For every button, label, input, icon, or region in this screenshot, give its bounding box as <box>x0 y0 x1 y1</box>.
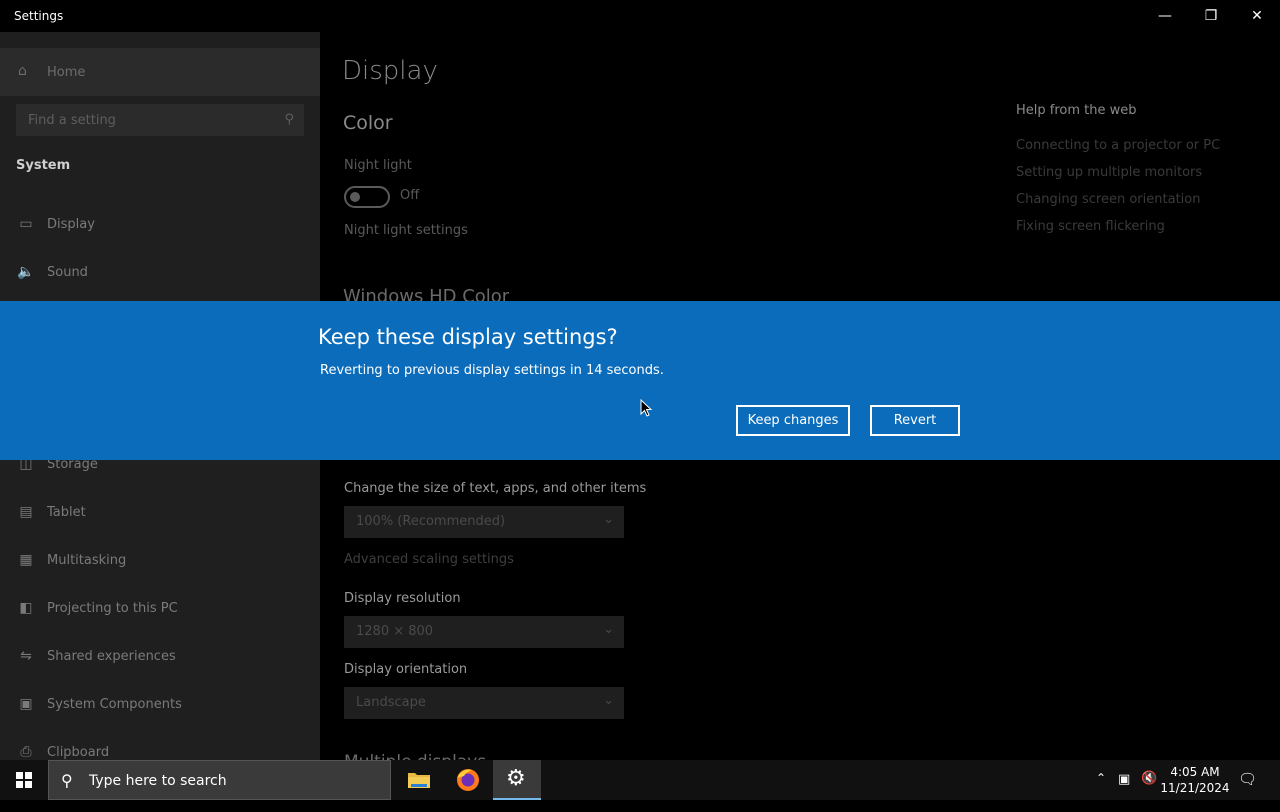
firefox-icon <box>457 769 479 791</box>
resolution-dropdown[interactable]: 1280 × 800 ⌄ <box>344 616 624 648</box>
projecting-icon: ◧ <box>19 600 33 616</box>
speaker-icon: 🔈 <box>17 264 35 280</box>
page-title: Display <box>342 56 438 86</box>
window-title: Settings <box>14 9 64 23</box>
scale-label: Change the size of text, apps, and other… <box>344 481 647 496</box>
taskbar: ⚲ Type here to search ⚙ ⌃ ▣ 🔇 4:05 AM 11… <box>0 760 1280 800</box>
help-link-projector[interactable]: Connecting to a projector or PC <box>1016 138 1220 153</box>
clock-time: 4:05 AM <box>1170 765 1220 779</box>
sidebar-item-label: Shared experiences <box>47 649 176 664</box>
chevron-down-icon: ⌄ <box>603 512 614 527</box>
advanced-scaling-link[interactable]: Advanced scaling settings <box>344 552 514 567</box>
sidebar-item-system-components[interactable]: ▣ System Components <box>0 685 320 725</box>
close-icon: ✕ <box>1251 8 1263 24</box>
orientation-label: Display orientation <box>344 662 468 677</box>
minimize-icon: — <box>1158 8 1172 24</box>
volume-muted-icon[interactable]: 🔇 <box>1141 771 1157 811</box>
home-icon: ⌂ <box>18 63 27 79</box>
keep-settings-dialog: Keep these display settings? Reverting t… <box>0 301 1280 460</box>
help-link-screen-orientation[interactable]: Changing screen orientation <box>1016 192 1200 207</box>
sidebar-item-projecting[interactable]: ◧ Projecting to this PC <box>0 589 320 629</box>
sidebar-item-label: System Components <box>47 697 182 712</box>
sidebar-item-label: Projecting to this PC <box>47 601 178 616</box>
monitor-icon: ▭ <box>19 216 33 232</box>
chevron-up-icon[interactable]: ⌃ <box>1096 771 1106 811</box>
resolution-label: Display resolution <box>344 591 461 606</box>
night-light-toggle[interactable] <box>344 186 390 208</box>
folder-icon <box>408 773 430 788</box>
color-heading: Color <box>343 112 393 134</box>
minimize-button[interactable]: — <box>1142 0 1188 32</box>
keep-changes-button[interactable]: Keep changes <box>736 405 850 436</box>
multitasking-icon: ▦ <box>19 552 33 568</box>
search-icon: ⚲ <box>284 112 294 127</box>
sidebar-item-label: Multitasking <box>47 553 127 568</box>
find-setting-search: ⚲ <box>16 104 304 136</box>
sidebar-item-clipboard[interactable]: ⎙ Clipboard <box>0 733 320 760</box>
sidebar-item-shared-experiences[interactable]: ⇋ Shared experiences <box>0 637 320 677</box>
search-icon: ⚲ <box>61 771 73 790</box>
resolution-value: 1280 × 800 <box>356 624 434 639</box>
home-label: Home <box>47 65 86 80</box>
multiple-displays-clip: Multiple displays <box>344 748 644 760</box>
sidebar-item-sound[interactable]: 🔈 Sound <box>0 253 320 293</box>
taskbar-clock[interactable]: 4:05 AM 11/21/2024 <box>1160 764 1230 796</box>
orientation-dropdown[interactable]: Landscape ⌄ <box>344 687 624 719</box>
scale-dropdown[interactable]: 100% (Recommended) ⌄ <box>344 506 624 538</box>
restore-icon: ❐ <box>1204 8 1218 24</box>
orientation-value: Landscape <box>356 695 426 710</box>
dialog-message: Reverting to previous display settings i… <box>320 363 664 378</box>
close-button[interactable]: ✕ <box>1234 0 1280 32</box>
settings-taskbar-button[interactable]: ⚙ <box>493 760 541 800</box>
taskbar-search[interactable]: ⚲ Type here to search <box>48 760 391 800</box>
sidebar-item-tablet[interactable]: ▤ Tablet <box>0 493 320 533</box>
chevron-down-icon: ⌄ <box>603 693 614 708</box>
taskbar-search-placeholder: Type here to search <box>89 773 227 789</box>
sidebar-item-display[interactable]: ▭ Display <box>0 205 320 245</box>
sidebar-item-label: Tablet <box>47 505 86 520</box>
sidebar-section-title: System <box>16 158 71 173</box>
help-title: Help from the web <box>1016 103 1137 118</box>
night-light-label: Night light <box>344 158 412 173</box>
mouse-cursor-icon <box>640 399 652 417</box>
multiple-displays-heading: Multiple displays <box>344 752 644 760</box>
dialog-title: Keep these display settings? <box>318 325 618 349</box>
help-link-screen-flickering[interactable]: Fixing screen flickering <box>1016 219 1165 234</box>
start-button[interactable] <box>0 760 48 800</box>
system-components-icon: ▣ <box>19 696 33 712</box>
revert-button[interactable]: Revert <box>870 405 960 436</box>
notification-icon[interactable]: 🗨 <box>1238 770 1257 810</box>
sidebar-item-label: Clipboard <box>47 745 110 760</box>
gear-icon: ⚙ <box>506 766 526 791</box>
night-light-state: Off <box>400 188 420 203</box>
clock-date: 11/21/2024 <box>1160 781 1230 795</box>
shared-experiences-icon: ⇋ <box>20 648 32 664</box>
chevron-down-icon: ⌄ <box>603 622 614 637</box>
file-explorer-button[interactable] <box>395 760 443 800</box>
scale-value: 100% (Recommended) <box>356 514 506 529</box>
toggle-knob <box>350 192 360 202</box>
night-light-settings-link[interactable]: Night light settings <box>344 223 468 238</box>
sidebar-home[interactable]: ⌂ Home <box>0 48 320 96</box>
firefox-button[interactable] <box>444 760 492 800</box>
sidebar-item-label: Display <box>47 217 95 232</box>
tablet-icon: ▤ <box>19 504 33 520</box>
sidebar-item-multitasking[interactable]: ▦ Multitasking <box>0 541 320 581</box>
title-bar: Settings — ❐ ✕ <box>0 0 1280 32</box>
clipboard-icon: ⎙ <box>20 744 32 760</box>
restore-button[interactable]: ❐ <box>1188 0 1234 32</box>
sidebar-item-label: Sound <box>47 265 88 280</box>
help-link-multiple-monitors[interactable]: Setting up multiple monitors <box>1016 165 1202 180</box>
windows-logo-icon <box>16 772 32 788</box>
network-icon[interactable]: ▣ <box>1118 772 1130 812</box>
find-setting-input[interactable] <box>16 104 290 136</box>
